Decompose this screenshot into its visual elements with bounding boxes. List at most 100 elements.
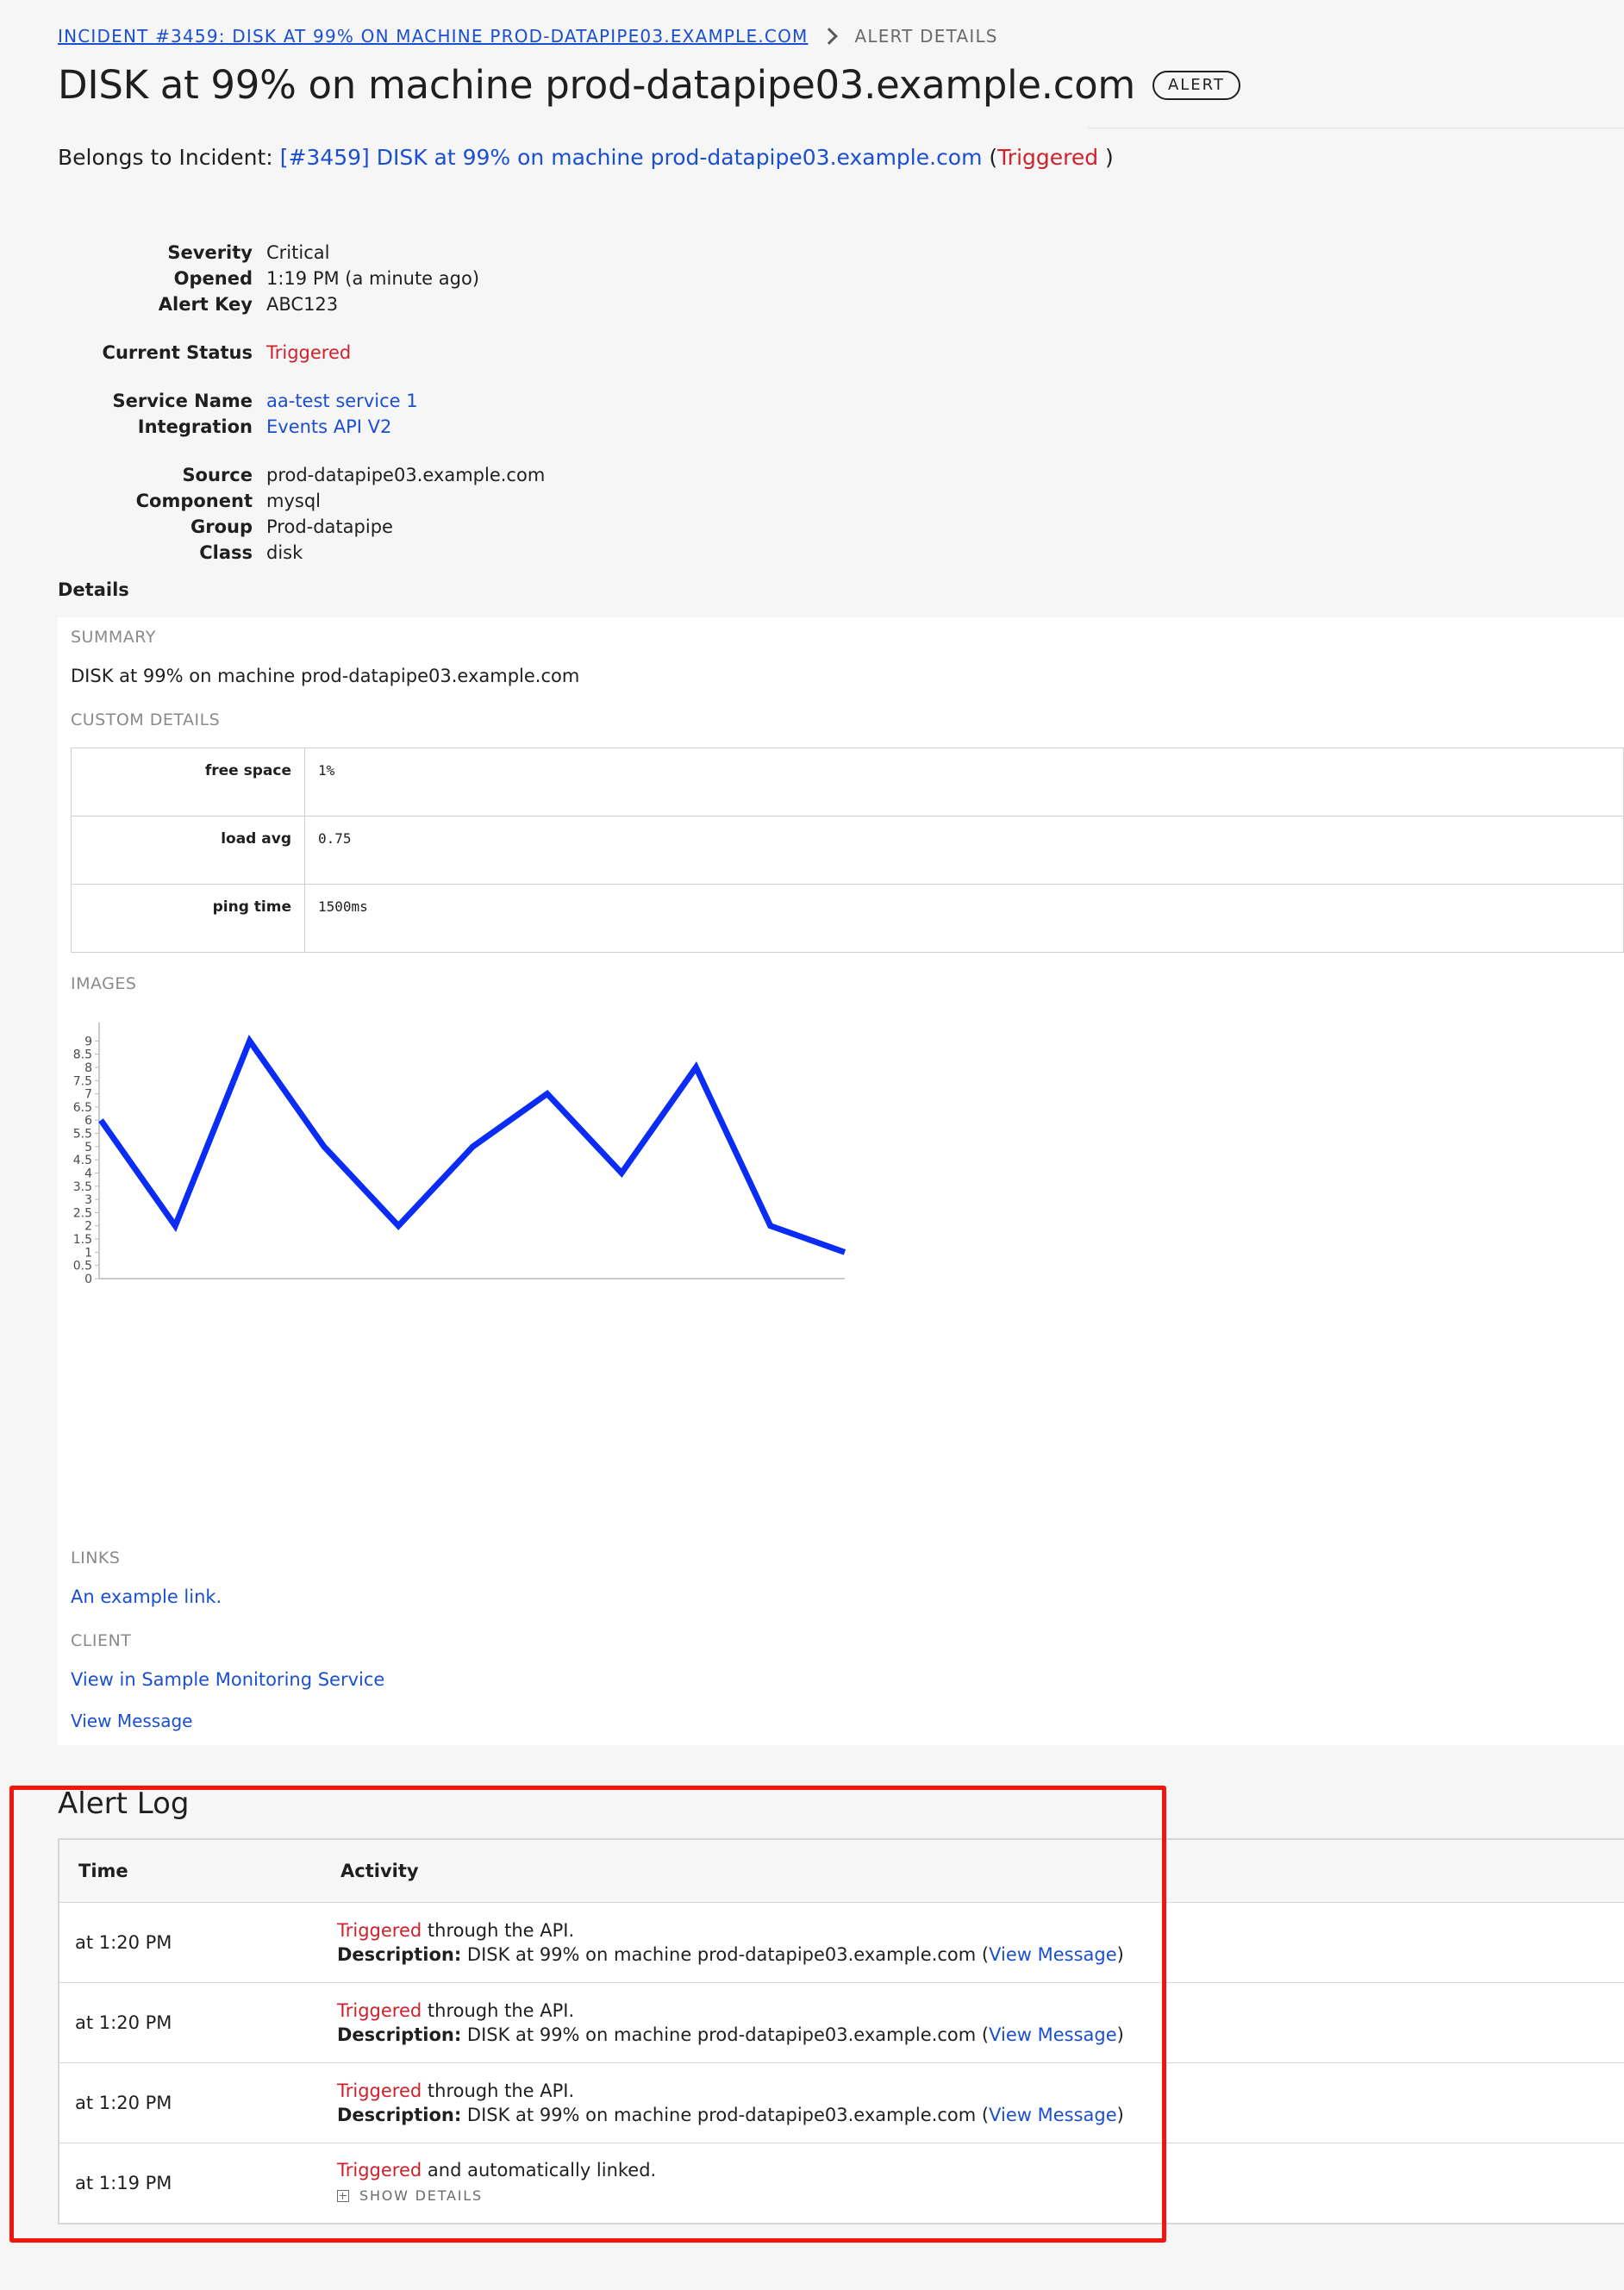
field-value: prod-datapipe03.example.com (266, 465, 546, 485)
custom-detail-row: ping time 1500ms (71, 884, 1624, 953)
service-link[interactable]: aa-test service 1 (266, 388, 418, 414)
view-message-link[interactable]: View Message (71, 1711, 192, 1731)
y-tick-label: 9 (84, 1035, 92, 1048)
alert-log-header: Time Activity (59, 1840, 1624, 1903)
view-message-link[interactable]: View Message (989, 1944, 1117, 1965)
log-text: through the API. (422, 2080, 575, 2101)
col-activity-header: Activity (340, 1861, 419, 1881)
y-tick-label: 3 (84, 1193, 92, 1207)
field-label: Integration (137, 416, 253, 437)
log-desc-label: Description: (337, 2024, 462, 2045)
field-label: Severity (167, 242, 253, 263)
field-label: Component (135, 491, 253, 511)
log-text: through the API. (422, 2000, 575, 2021)
custom-details-table: free space 1% load avg 0.75 ping time 1500m… (71, 748, 1624, 953)
log-activity: Triggered through the API. Description: … (337, 1999, 1124, 2047)
y-tick-label: 0.5 (73, 1260, 92, 1273)
log-status: Triggered (337, 1920, 422, 1941)
alert-log-title: Alert Log (58, 1786, 190, 1821)
details-heading: Details (58, 579, 129, 600)
log-time: at 1:19 PM (75, 2173, 172, 2193)
log-time: at 1:20 PM (75, 1932, 172, 1953)
alert-fields: Severity Critical Opened 1:19 PM (a minute… (58, 240, 747, 566)
log-desc-label: Description: (337, 2105, 462, 2125)
y-tick-label: 2 (84, 1220, 92, 1234)
y-tick-label: 2.5 (73, 1206, 92, 1220)
log-desc: DISK at 99% on machine prod-datapipe03.e… (461, 2024, 990, 2045)
y-tick-label: 8.5 (73, 1048, 92, 1062)
custom-detail-value: 0.75 (304, 816, 1624, 885)
title-row: DISK at 99% on machine prod-datapipe03.e… (58, 62, 1240, 108)
show-details-toggle[interactable]: SHOW DETAILS (337, 2184, 656, 2208)
field-group: Group Prod-datapipe (58, 514, 747, 540)
field-severity: Severity Critical (58, 240, 747, 266)
example-link[interactable]: An example link. (71, 1586, 222, 1607)
chevron-right-icon (821, 28, 839, 45)
breadcrumb-incident-link[interactable]: INCIDENT #3459: DISK AT 99% ON MACHINE P… (58, 26, 808, 47)
y-tick-label: 6 (84, 1114, 92, 1128)
log-text: and automatically linked. (422, 2160, 657, 2181)
field-value: disk (266, 542, 303, 563)
integration-link[interactable]: Events API V2 (266, 414, 391, 440)
log-desc: DISK at 99% on machine prod-datapipe03.e… (461, 1944, 990, 1965)
y-tick-label: 4 (84, 1167, 92, 1180)
summary-label: SUMMARY (71, 628, 156, 647)
field-label: Group (190, 516, 253, 537)
field-value: mysql (266, 491, 321, 511)
custom-detail-value: 1% (304, 748, 1624, 817)
custom-details-label: CUSTOM DETAILS (71, 710, 221, 729)
log-time: at 1:20 PM (75, 2093, 172, 2113)
log-desc-label: Description: (337, 1944, 462, 1965)
table-row: at 1:19 PM Triggered and automatically l… (59, 2143, 1624, 2223)
links-label: LINKS (71, 1549, 121, 1567)
log-time: at 1:20 PM (75, 2012, 172, 2033)
field-alert-key: Alert Key ABC123 (58, 291, 747, 317)
y-tick-label: 6.5 (73, 1101, 92, 1115)
y-tick-label: 1.5 (73, 1233, 92, 1247)
field-opened: Opened 1:19 PM (a minute ago) (58, 266, 747, 291)
summary-text: DISK at 99% on machine prod-datapipe03.e… (71, 666, 580, 686)
y-tick-label: 5.5 (73, 1128, 92, 1142)
log-status: Triggered (337, 2080, 422, 2101)
client-link[interactable]: View in Sample Monitoring Service (71, 1669, 384, 1690)
view-message-link[interactable]: View Message (989, 2024, 1117, 2045)
log-text: through the API. (422, 1920, 575, 1941)
log-desc-close: ) (1116, 2024, 1124, 2045)
y-tick-label: 8 (84, 1061, 92, 1075)
custom-detail-value: 1500ms (304, 884, 1624, 953)
col-time-header: Time (78, 1861, 128, 1881)
client-label: CLIENT (71, 1631, 132, 1650)
y-tick-label: 4.5 (73, 1154, 92, 1167)
table-row: at 1:20 PM Triggered through the API. De… (59, 1903, 1624, 1983)
field-label: Service Name (112, 391, 253, 411)
details-panel: SUMMARY DISK at 99% on machine prod-data… (58, 617, 1624, 1745)
y-tick-label: 1 (84, 1246, 92, 1260)
log-activity: Triggered through the API. Description: … (337, 1918, 1124, 1967)
field-label: Alert Key (158, 294, 253, 315)
alert-badge: ALERT (1152, 70, 1240, 100)
incident-status-open-paren: ( (989, 145, 998, 170)
view-message-link[interactable]: View Message (989, 2105, 1117, 2125)
incident-link[interactable]: [#3459] DISK at 99% on machine prod-data… (280, 145, 983, 170)
field-label: Source (182, 465, 253, 485)
images-label: IMAGES (71, 974, 137, 993)
y-tick-label: 0 (84, 1273, 92, 1286)
log-status: Triggered (337, 2160, 422, 2181)
belongs-prefix: Belongs to Incident: (58, 145, 273, 170)
alert-log-table: Time Activity at 1:20 PM Triggered throu… (58, 1838, 1624, 2224)
series-line (98, 1035, 846, 1255)
custom-detail-row: load avg 0.75 (71, 816, 1624, 885)
show-details-label: SHOW DETAILS (359, 2187, 483, 2204)
field-class: Class disk (58, 540, 747, 566)
y-tick-label: 5 (84, 1141, 92, 1154)
field-label: Class (199, 542, 253, 563)
field-component: Component mysql (58, 488, 747, 514)
custom-detail-key: load avg (71, 816, 305, 885)
field-value: ABC123 (266, 294, 339, 315)
y-tick-label: 3.5 (73, 1180, 92, 1194)
incident-status-close-paren: ) (1098, 145, 1114, 170)
plus-box-icon (337, 2190, 349, 2202)
incident-status: Triggered (997, 145, 1099, 170)
y-tick-label: 7 (84, 1088, 92, 1102)
page-title: DISK at 99% on machine prod-datapipe03.e… (58, 62, 1135, 108)
